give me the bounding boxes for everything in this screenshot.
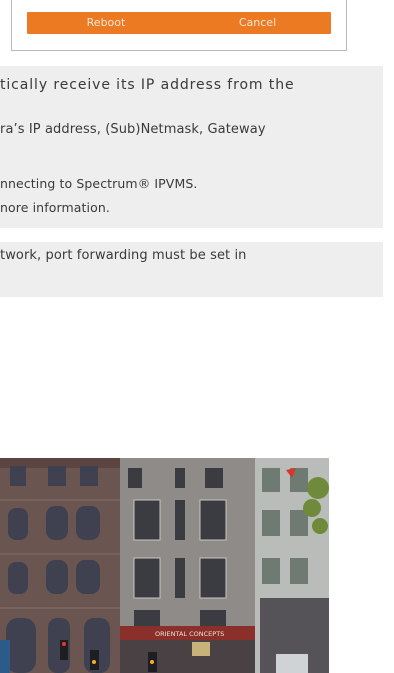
note-ip-line-4: nore information. <box>0 200 110 215</box>
camera-view-image: ORIENTAL CONCEPTS <box>0 458 329 673</box>
note-ip-line-2: ra’s IP address, (Sub)Netmask, Gateway <box>0 122 266 137</box>
street-scene-picture: ORIENTAL CONCEPTS <box>0 458 329 673</box>
note-ip-line-1: tically receive its IP address from the <box>0 77 295 93</box>
reboot-dialog: Reboot Cancel <box>11 0 347 51</box>
info-note-port: twork, port forwarding must be set in <box>0 242 383 297</box>
reboot-button[interactable]: Reboot <box>27 12 185 34</box>
info-note-ip: tically receive its IP address from the … <box>0 66 383 228</box>
svg-text:ORIENTAL CONCEPTS: ORIENTAL CONCEPTS <box>155 630 224 638</box>
note-ip-line-3: nnecting to Spectrum® IPVMS. <box>0 176 198 191</box>
cancel-button[interactable]: Cancel <box>184 12 331 34</box>
note-port-line-1: twork, port forwarding must be set in <box>0 248 247 263</box>
